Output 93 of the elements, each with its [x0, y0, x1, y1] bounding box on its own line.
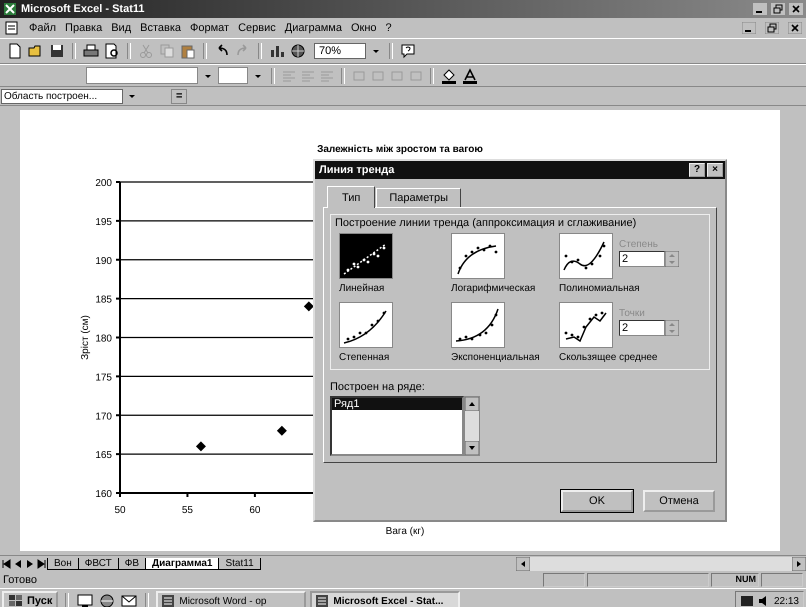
sheet-tab[interactable]: ФВСТ [78, 558, 119, 570]
menu-item[interactable]: Окно [350, 22, 377, 34]
document-icon [161, 594, 176, 607]
series-label: Построен на ряде: [330, 381, 426, 393]
y-tick-label: 190 [95, 256, 112, 267]
workbook-icon[interactable] [4, 21, 20, 35]
scroll-right-icon[interactable] [792, 557, 806, 571]
trend-thumbnail-icon[interactable] [451, 233, 505, 279]
dialog-button[interactable]: OK [561, 490, 633, 512]
y-axis-title: Зріст (см) [80, 315, 91, 360]
y-tick-label: 165 [95, 450, 112, 462]
menu-item[interactable]: Вид [111, 22, 132, 34]
zoom-field[interactable]: 70% [314, 43, 366, 59]
scroll-left-icon[interactable] [516, 557, 530, 571]
browser-icon[interactable] [98, 593, 116, 607]
y-tick-label: 170 [95, 411, 112, 422]
trend-type-label[interactable]: Полиномиальная [559, 283, 709, 294]
menu-item[interactable]: ? [386, 22, 392, 34]
last-sheet-icon[interactable] [36, 557, 48, 571]
x-tick-label: 60 [249, 505, 260, 516]
menu-item[interactable]: Правка [65, 22, 102, 34]
minimize-icon[interactable] [753, 3, 767, 15]
font-size-field[interactable] [218, 67, 248, 84]
y-tick-label: 200 [95, 178, 112, 189]
fill-bucket-icon[interactable] [440, 68, 458, 84]
title-button[interactable]: × [707, 163, 723, 177]
mail-icon[interactable] [120, 593, 138, 607]
y-tick-label: 160 [95, 489, 112, 500]
clock: 22:13 [774, 596, 799, 606]
restore-icon[interactable] [771, 3, 785, 15]
close-icon[interactable] [789, 3, 803, 15]
dialog-title: Линия тренда [319, 164, 394, 176]
scroll-up-icon[interactable] [465, 397, 479, 411]
font-color-icon[interactable] [461, 68, 479, 84]
first-sheet-icon[interactable] [0, 557, 12, 571]
title-button[interactable]: ? [689, 163, 705, 177]
save-icon[interactable] [48, 42, 66, 60]
group-label: Построение линии тренда (аппроксимация и сглаживание) [335, 217, 638, 229]
trend-type-label[interactable]: Экспоненциальная [451, 352, 559, 363]
start-button[interactable]: Пуск [2, 591, 58, 607]
restore-icon[interactable] [765, 22, 779, 34]
dialog-button[interactable]: Отмена [643, 490, 715, 512]
y-tick-label: 185 [95, 294, 112, 306]
status-text: Готово [3, 574, 37, 586]
trend-type-label[interactable]: Скользящее среднее [559, 352, 709, 363]
spin-arrows-icon[interactable] [665, 320, 679, 336]
taskbar-button[interactable]: Microsoft Word - op [156, 591, 306, 607]
x-tick-label: 50 [114, 505, 126, 516]
menu-item[interactable]: Вставка [140, 22, 182, 34]
name-box[interactable]: Область построен... [1, 88, 123, 104]
sheet-tab[interactable]: Stat11 [218, 558, 261, 570]
spin-label: Точки [619, 308, 646, 319]
minimize-icon[interactable] [742, 22, 756, 34]
trend-thumbnail-icon[interactable] [559, 302, 613, 348]
menu-item[interactable]: Диаграмма [284, 22, 342, 34]
x-axis-title: Вага (кг) [386, 526, 424, 537]
num-lock-indicator: NUM [711, 573, 759, 587]
scroll-down-icon[interactable] [465, 441, 479, 455]
menu-item[interactable]: Сервис [238, 22, 276, 34]
x-tick-label: 55 [182, 505, 193, 516]
menu-item[interactable]: Файл [29, 22, 56, 34]
trend-type-label[interactable]: Линейная [339, 283, 451, 294]
taskbar-button[interactable]: Microsoft Excel - Stat... [310, 591, 460, 607]
y-tick-label: 175 [95, 372, 112, 384]
dialog-tab[interactable]: Параметры [376, 188, 461, 207]
trend-thumbnail-icon[interactable] [339, 302, 393, 348]
menu-item[interactable]: Формат [190, 22, 230, 34]
formula-button[interactable]: = [171, 88, 188, 104]
help-icon[interactable] [399, 42, 417, 60]
series-list-item[interactable]: Ряд1 [332, 398, 462, 410]
list-scrollbar[interactable] [464, 396, 480, 456]
window-title: Microsoft Excel - Stat11 [21, 3, 144, 15]
dialog-tab[interactable]: Тип [327, 186, 376, 208]
horizontal-scrollbar[interactable] [516, 557, 806, 571]
trend-type-label[interactable]: Логарифмическая [451, 283, 559, 294]
windows-flag-icon [8, 594, 24, 607]
globe-icon[interactable] [289, 42, 307, 60]
trend-thumbnail-icon[interactable] [339, 233, 393, 279]
spin-label: Степень [619, 239, 659, 250]
spin-arrows-icon[interactable] [665, 251, 679, 267]
desktop-icon[interactable] [76, 593, 94, 607]
trend-thumbnail-icon[interactable] [559, 233, 613, 279]
close-icon[interactable] [788, 22, 802, 34]
y-tick-label: 180 [95, 334, 112, 344]
chart-title: Залежність між зростом та вагою [317, 144, 483, 155]
font-name-field[interactable] [86, 67, 198, 84]
sheet-tab[interactable]: Диаграмма1 [145, 558, 220, 570]
sheet-tab[interactable]: ФВ [118, 558, 146, 570]
y-tick-label: 195 [95, 216, 112, 228]
trend-type-label[interactable]: Степенная [339, 352, 451, 363]
keyboard-icon[interactable] [740, 594, 754, 607]
trend-thumbnail-icon[interactable] [451, 302, 505, 348]
sheet-tab[interactable]: Вон [47, 558, 79, 570]
